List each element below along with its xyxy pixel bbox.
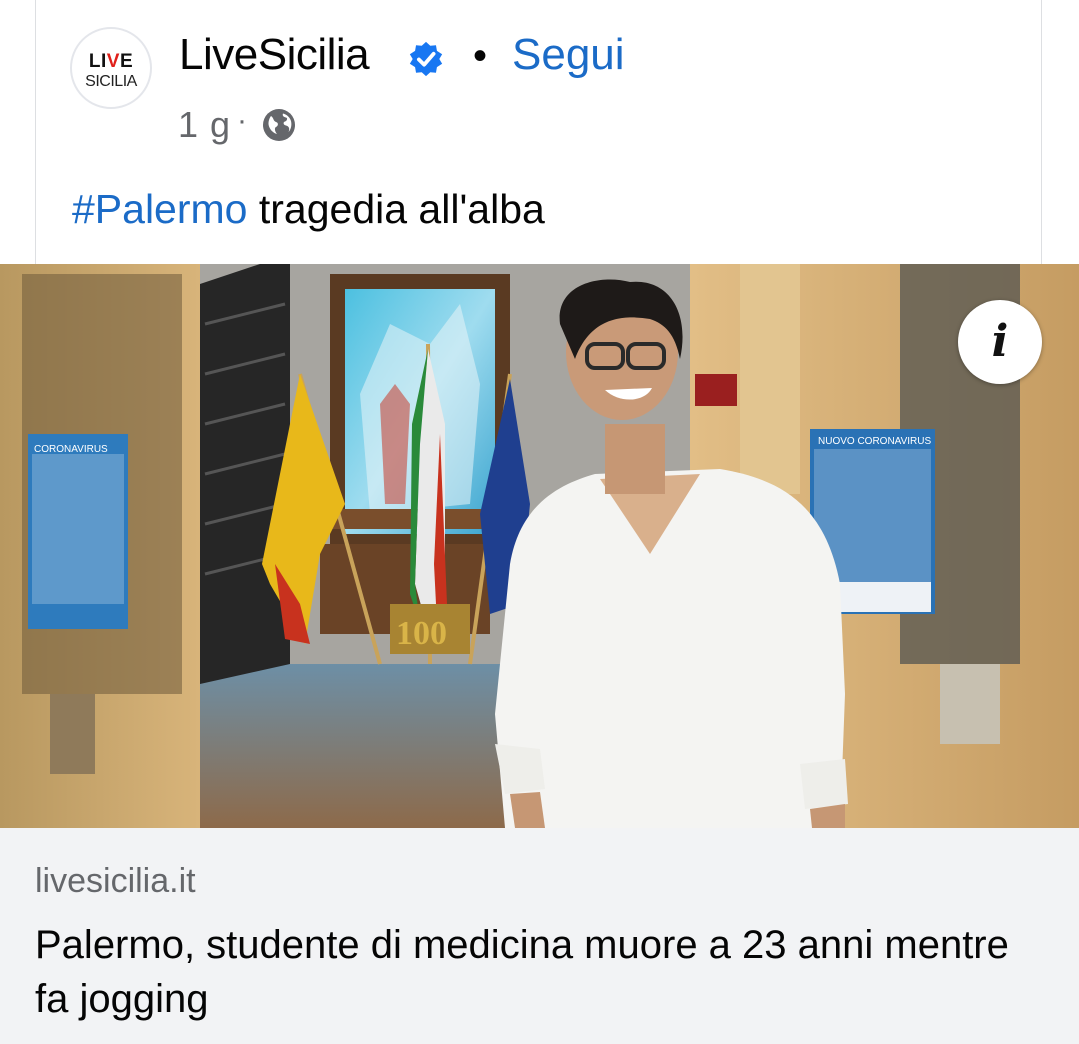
badge-text: 100 (396, 615, 447, 652)
info-icon: i (991, 316, 1009, 367)
timestamp-separator: · (237, 104, 247, 137)
follow-button[interactable]: Segui (512, 30, 625, 80)
link-headline[interactable]: Palermo, studente di medicina muore a 23… (35, 918, 1045, 1026)
header-separator: • (473, 34, 488, 78)
left-poster-title: CORONAVIRUS (34, 444, 108, 455)
globe-icon (263, 109, 295, 141)
verified-badge-icon (409, 41, 443, 77)
page-avatar[interactable]: LIVE SICILIA (70, 27, 152, 109)
page-name-link[interactable]: LiveSicilia (179, 30, 370, 80)
post-caption: #Palermo tragedia all'alba (72, 186, 545, 233)
post-timestamp[interactable]: 1 g (178, 104, 231, 146)
photo-illustration: 100 CORONAVIRUS NUOVO CORONAVIRUS (0, 264, 1079, 828)
link-domain: livesicilia.it (35, 862, 196, 900)
avatar-logo-line2: SICILIA (85, 73, 137, 90)
caption-text: tragedia all'alba (247, 186, 545, 232)
right-poster-title: NUOVO CORONAVIRUS (818, 436, 931, 447)
avatar-logo-line1: LIVE (88, 51, 134, 72)
hashtag-link[interactable]: #Palermo (72, 186, 247, 232)
article-photo[interactable]: 100 CORONAVIRUS NUOVO CORONAVIRUS (0, 264, 1079, 828)
info-button[interactable]: i (958, 300, 1042, 384)
